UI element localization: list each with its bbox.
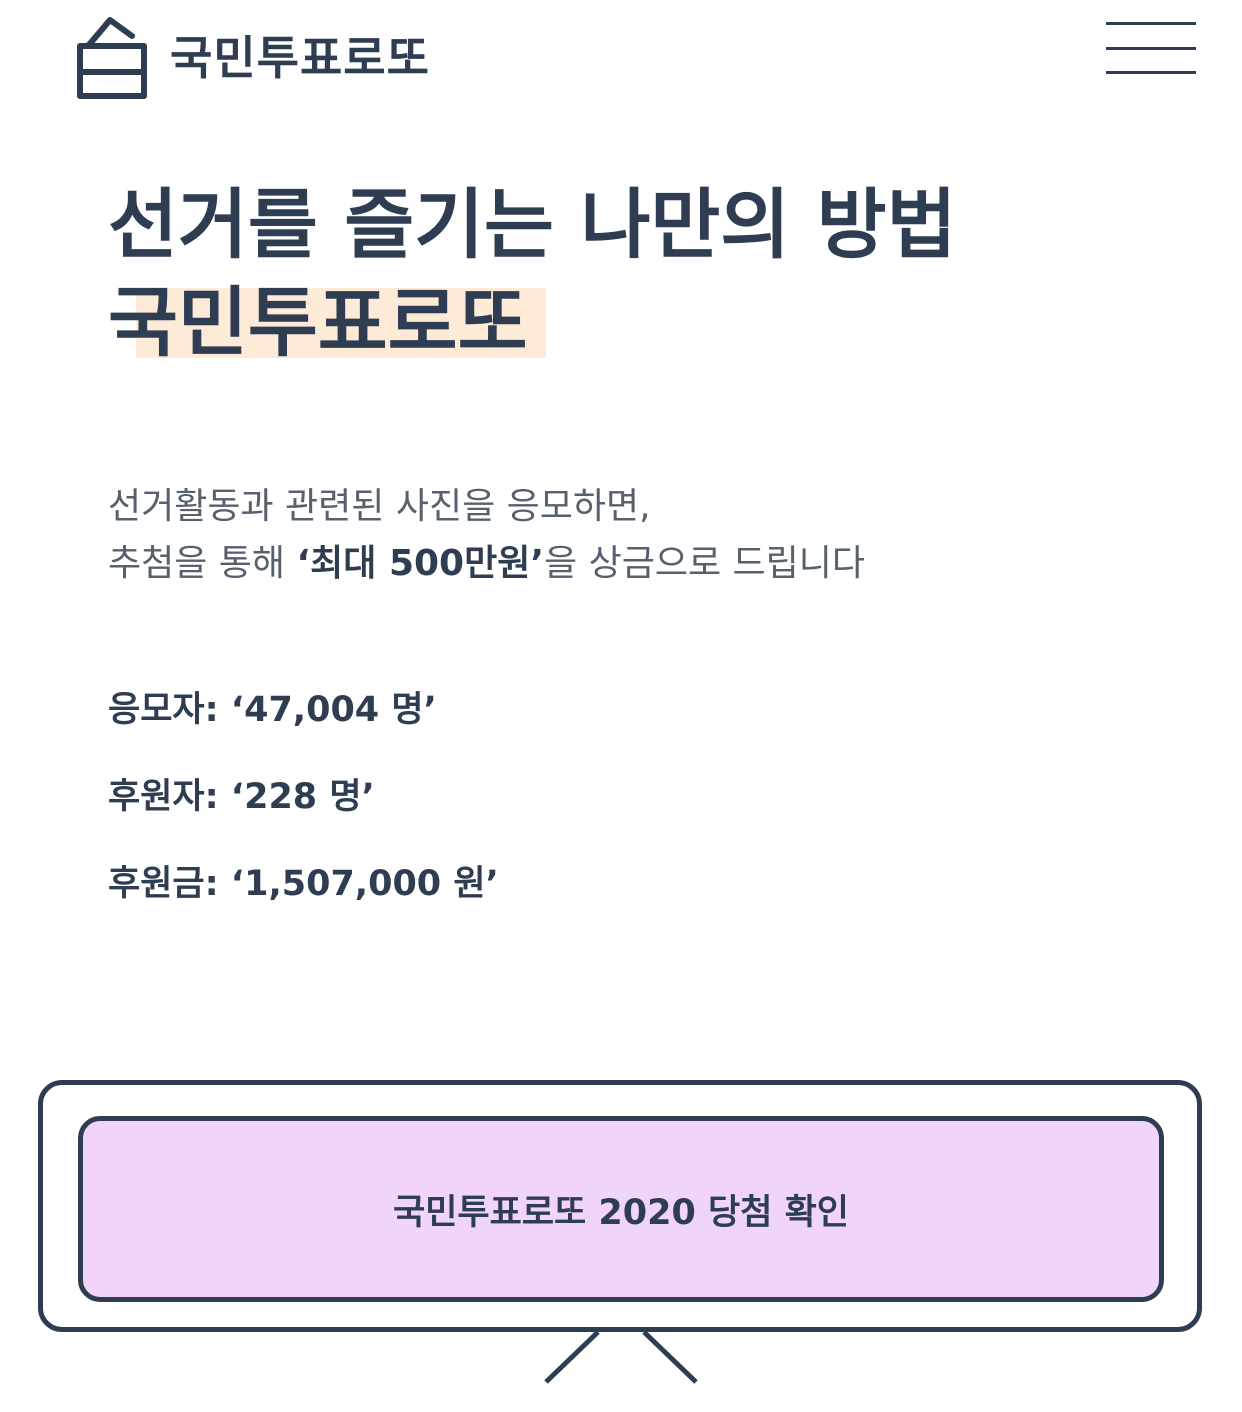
site-logo-text[interactable]: 국민투표로또: [170, 28, 430, 88]
hero-title: 선거를 즐기는 나만의 방법 국민투표로또: [108, 176, 957, 372]
stat-sponsors: 후원자: ‘228 명’: [108, 771, 499, 823]
menu-line-middle: [1106, 47, 1196, 50]
prize-highlight: ‘최대 500만원’: [296, 543, 545, 584]
tv-stand-icon: [544, 1330, 698, 1384]
description-line2-suffix: 을 상금으로 드립니다: [544, 543, 865, 584]
description-line2: 추첨을 통해 ‘최대 500만원’을 상금으로 드립니다: [108, 535, 865, 592]
stat-label: 응모자:: [108, 690, 231, 730]
ballot-box-icon: [77, 17, 147, 99]
hero-title-highlight: 국민투표로또: [108, 274, 546, 372]
menu-line-top: [1106, 22, 1196, 25]
description-line2-prefix: 추첨을 통해: [108, 543, 297, 584]
stats-list: 응모자: ‘47,004 명’ 후원자: ‘228 명’ 후원금: ‘1,507…: [108, 684, 499, 945]
hero-title-line2: 국민투표로또: [108, 278, 528, 367]
hero-title-line1: 선거를 즐기는 나만의 방법: [108, 180, 957, 269]
description-line1: 선거활동과 관련된 사진을 응모하면,: [108, 486, 651, 527]
stat-label: 후원자:: [108, 777, 231, 817]
stat-value: ‘228 명’: [230, 777, 375, 817]
menu-line-bottom: [1106, 71, 1196, 74]
check-results-label: 국민투표로또 2020 당첨 확인: [393, 1192, 849, 1233]
stat-applicants: 응모자: ‘47,004 명’: [108, 684, 499, 736]
check-results-button[interactable]: 국민투표로또 2020 당첨 확인: [78, 1116, 1164, 1302]
menu-button[interactable]: [1100, 14, 1204, 84]
stat-donations: 후원금: ‘1,507,000 원’: [108, 858, 499, 910]
stat-value: ‘1,507,000 원’: [230, 864, 499, 904]
stat-value: ‘47,004 명’: [230, 690, 437, 730]
hero-description: 선거활동과 관련된 사진을 응모하면, 추첨을 통해 ‘최대 500만원’을 상…: [108, 478, 865, 592]
stat-label: 후원금:: [108, 864, 231, 904]
